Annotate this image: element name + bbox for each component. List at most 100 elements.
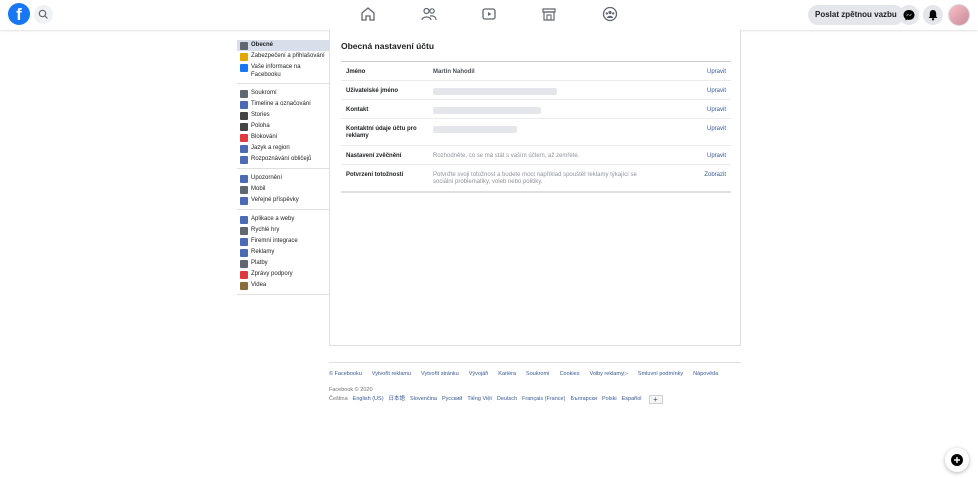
facebook-logo[interactable]: f	[8, 3, 30, 25]
edit-link[interactable]: Upravit	[707, 107, 726, 113]
nav-home[interactable]	[360, 6, 376, 22]
sidebar-item-label: Platby	[251, 260, 268, 266]
facebook-icon	[240, 64, 248, 72]
sidebar-item[interactable]: Mobil	[237, 184, 329, 195]
settings-table: Jméno Martin Nahodil Upravit Uživatelské…	[341, 61, 731, 193]
footer-link[interactable]: © Facebooku	[329, 369, 362, 379]
sidebar-item-label: Timeline a označování	[251, 101, 311, 107]
sidebar-item[interactable]: Reklamy	[237, 247, 329, 258]
language-link[interactable]: Français (France)	[522, 395, 565, 404]
messenger-button[interactable]	[899, 5, 919, 25]
footer-link[interactable]: Volby reklamy▷	[589, 369, 627, 379]
row-value-redacted	[433, 107, 653, 117]
sidebar-item[interactable]: Rozpoznávání obličejů	[237, 154, 329, 165]
sidebar-item[interactable]: Jazyk a region	[237, 143, 329, 154]
language-link[interactable]: Polski	[602, 395, 617, 404]
footer-link[interactable]: Kariéra	[498, 369, 516, 379]
language-link[interactable]: 日本語	[389, 395, 406, 404]
avatar[interactable]	[948, 4, 970, 26]
sidebar-item[interactable]: Stories	[237, 110, 329, 121]
sidebar-item-label: Videa	[251, 282, 267, 288]
sidebar-item-label: Zprávy podpory	[251, 271, 293, 277]
footer-link[interactable]: Vytvořit stránku	[421, 369, 459, 379]
settings-row-identity-confirmation[interactable]: Potvrzení totožnosti Potvrďte svoji toto…	[341, 165, 731, 191]
footer-links: © Facebooku Vytvořit reklamu Vytvořit strá…	[329, 369, 741, 379]
row-label: Jméno	[346, 69, 366, 75]
edit-link[interactable]: Upravit	[707, 153, 726, 159]
sidebar-item[interactable]: Videa	[237, 280, 329, 291]
friends-icon	[421, 7, 437, 21]
sidebar-item[interactable]: Poloha	[237, 121, 329, 132]
language-link[interactable]: Slovenčina	[410, 395, 437, 404]
row-label: Potvrzení totožnosti	[346, 172, 404, 178]
row-value: Rozhodněte, co se má stát s vaším účtem,…	[433, 153, 580, 159]
view-link[interactable]: Zobrazit	[704, 172, 726, 178]
settings-row-contact[interactable]: Kontakt Upravit	[341, 100, 731, 119]
footer-link[interactable]: Nápověda	[693, 369, 718, 379]
sidebar-item[interactable]: Blokování	[237, 132, 329, 143]
row-label: Nastavení zvěčnění	[346, 153, 402, 159]
footer-link[interactable]: Cookies	[560, 369, 580, 379]
face-icon	[240, 156, 248, 164]
sidebar-item[interactable]: Obecné	[237, 40, 329, 51]
globe-icon	[240, 175, 248, 183]
footer-link[interactable]: Vytvořit reklamu	[372, 369, 411, 379]
language-link[interactable]: Tiếng Việt	[467, 395, 491, 404]
sidebar-item[interactable]: Zprávy podpory	[237, 269, 329, 280]
sidebar-item-label: Rozpoznávání obličejů	[251, 156, 312, 162]
settings-row-name[interactable]: Jméno Martin Nahodil Upravit	[341, 62, 731, 81]
language-icon	[240, 145, 248, 153]
nav-friends[interactable]	[421, 6, 437, 22]
edit-link[interactable]: Upravit	[707, 88, 726, 94]
edit-link[interactable]: Upravit	[707, 126, 726, 132]
language-link[interactable]: Русский	[442, 395, 462, 404]
nav-groups[interactable]	[602, 6, 618, 22]
search-button[interactable]	[34, 5, 53, 24]
row-label: Uživatelské jméno	[346, 88, 399, 94]
notifications-icon	[928, 10, 938, 21]
footer-link[interactable]: Vývojáři	[469, 369, 489, 379]
nav-watch[interactable]	[481, 6, 497, 22]
settings-row-memorialization[interactable]: Nastavení zvěčnění Rozhodněte, co se má …	[341, 146, 731, 165]
language-link[interactable]: English (US)	[353, 395, 384, 404]
sidebar-item[interactable]: Vaše informace na Facebooku	[237, 62, 329, 80]
more-languages-button[interactable]: +	[648, 395, 663, 404]
sidebar-group: Upozornění Mobil Veřejné příspěvky	[237, 173, 329, 210]
language-selector: Čeština English (US) 日本語 Slovenčina Русский T…	[329, 395, 741, 404]
sidebar-item[interactable]: Soukromí	[237, 88, 329, 99]
sidebar-item[interactable]: Firemní integrace	[237, 236, 329, 247]
sidebar-item-label: Firemní integrace	[251, 238, 298, 244]
language-link[interactable]: Español	[622, 395, 642, 404]
sidebar-item[interactable]: Upozornění	[237, 173, 329, 184]
timeline-icon	[240, 101, 248, 109]
sidebar-item[interactable]: Platby	[237, 258, 329, 269]
new-message-button[interactable]	[945, 448, 969, 472]
nav-marketplace[interactable]	[541, 6, 557, 22]
language-link[interactable]: Български	[570, 395, 597, 404]
footer-link[interactable]: Soukromí	[526, 369, 550, 379]
notifications-button[interactable]	[923, 5, 943, 25]
sidebar-item-label: Upozornění	[251, 175, 283, 181]
business-icon	[240, 238, 248, 246]
sidebar-item[interactable]: Aplikace a weby	[237, 214, 329, 225]
sidebar-item[interactable]: Zabezpečení a přihlašování	[237, 51, 329, 62]
sidebar-item[interactable]: Rychlé hry	[237, 225, 329, 236]
edit-link[interactable]: Upravit	[707, 69, 726, 75]
footer-link[interactable]: Smluvní podmínky	[638, 369, 683, 379]
card-icon	[240, 260, 248, 268]
book-icon	[240, 112, 248, 120]
page-title: Obecná nastavení účtu	[341, 41, 435, 51]
search-icon	[38, 9, 48, 19]
settings-row-username[interactable]: Uživatelské jméno Upravit	[341, 81, 731, 100]
language-link[interactable]: Deutsch	[497, 395, 517, 404]
send-feedback-button[interactable]: Poslat zpětnou vazbu	[808, 5, 904, 25]
top-navigation-bar: f Poslat zpětnou vazbu	[0, 0, 978, 30]
row-value-redacted	[433, 126, 653, 136]
messenger-icon	[903, 10, 915, 21]
settings-row-ad-contact[interactable]: Kontaktní údaje účtu pro reklamy Upravit	[341, 119, 731, 146]
sidebar-item-label: Soukromí	[251, 90, 277, 96]
settings-main-panel: Obecná nastavení účtu Jméno Martin Nahod…	[329, 30, 741, 346]
sidebar-item[interactable]: Veřejné příspěvky	[237, 195, 329, 206]
sidebar-item-label: Reklamy	[251, 249, 275, 255]
sidebar-item[interactable]: Timeline a označování	[237, 99, 329, 110]
